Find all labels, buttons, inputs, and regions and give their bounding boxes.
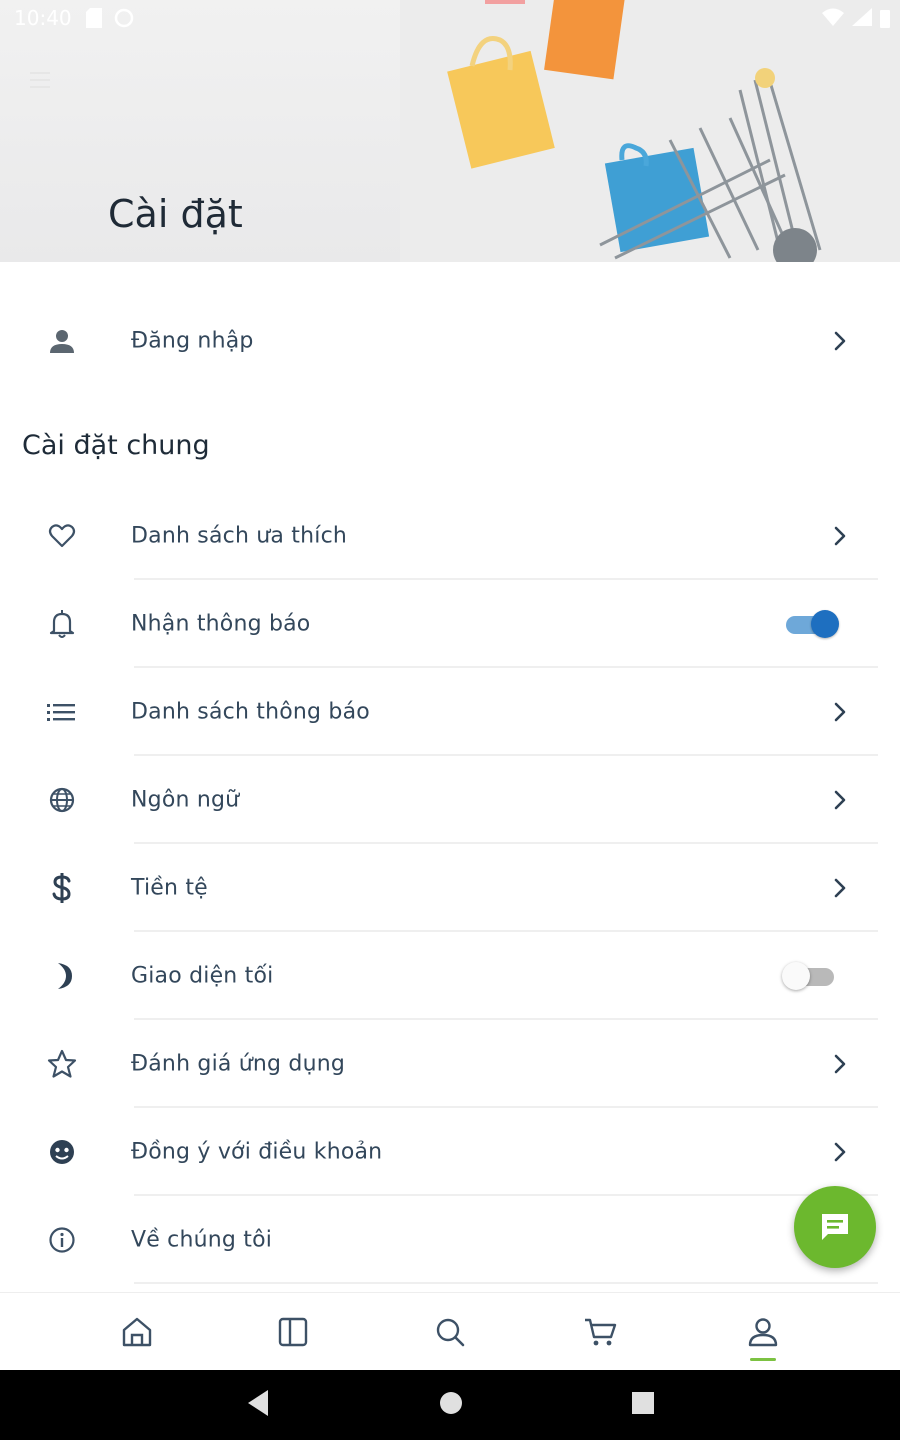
list-icon	[44, 694, 80, 730]
login-label: Đăng nhập	[131, 328, 254, 354]
nav-search[interactable]	[390, 1293, 510, 1371]
chevron-right-icon	[834, 526, 846, 546]
info-icon	[44, 1222, 80, 1258]
header-banner: 10:40 Cài đặt	[0, 0, 900, 262]
wishlist-row[interactable]: Danh sách ưa thích	[0, 492, 900, 580]
back-icon[interactable]	[246, 1388, 272, 1418]
login-row[interactable]: Đăng nhập	[0, 298, 900, 384]
wifi-icon	[822, 8, 844, 26]
search-icon	[436, 1318, 465, 1347]
book-icon	[278, 1317, 308, 1347]
nav-catalog[interactable]	[233, 1293, 353, 1371]
wishlist-label: Danh sách ưa thích	[131, 523, 348, 549]
chevron-right-icon	[834, 878, 846, 898]
notification-list-label: Danh sách thông báo	[131, 699, 370, 725]
home-icon	[122, 1317, 152, 1347]
dark-mode-row[interactable]: Giao diện tối	[0, 932, 900, 1020]
person-icon	[44, 323, 80, 359]
currency-label: Tiền tệ	[131, 875, 208, 901]
battery-icon	[880, 10, 890, 28]
status-bar: 10:40	[0, 0, 900, 36]
bell-icon	[44, 606, 80, 642]
chevron-right-icon	[834, 1054, 846, 1074]
rate-app-row[interactable]: Đánh giá ứng dụng	[0, 1020, 900, 1108]
nav-cart[interactable]	[541, 1293, 661, 1371]
signal-icon	[852, 8, 872, 26]
about-label: Về chúng tôi	[131, 1227, 273, 1253]
system-navigation-bar	[0, 1370, 900, 1440]
section-title-general: Cài đặt chung	[22, 430, 210, 461]
terms-row[interactable]: Đồng ý với điều khoản	[0, 1108, 900, 1196]
terms-label: Đồng ý với điều khoản	[131, 1139, 383, 1165]
chevron-right-icon	[834, 1142, 846, 1162]
shopping-illustration	[400, 0, 900, 262]
profile-icon	[748, 1318, 778, 1347]
chat-icon	[822, 1214, 848, 1240]
heart-icon	[44, 518, 80, 554]
terms-icon	[44, 1134, 80, 1170]
nav-home[interactable]	[77, 1293, 197, 1371]
language-label: Ngôn ngữ	[131, 787, 240, 813]
cart-icon	[585, 1318, 617, 1346]
star-icon	[44, 1046, 80, 1082]
about-row[interactable]: Về chúng tôi	[0, 1196, 900, 1284]
notification-list-row[interactable]: Danh sách thông báo	[0, 668, 900, 756]
globe-icon	[44, 782, 80, 818]
dollar-icon	[44, 870, 80, 906]
chevron-right-icon	[834, 702, 846, 722]
chevron-right-icon	[834, 790, 846, 810]
page-title: Cài đặt	[108, 192, 243, 236]
sd-card-icon	[86, 8, 102, 28]
home-button-icon[interactable]	[438, 1388, 464, 1418]
sync-icon	[114, 8, 134, 28]
divider	[134, 1282, 878, 1284]
notifications-row[interactable]: Nhận thông báo	[0, 580, 900, 668]
status-time: 10:40	[14, 6, 72, 30]
dark-mode-label: Giao diện tối	[131, 963, 274, 989]
moon-icon	[44, 958, 80, 994]
chevron-right-icon	[834, 331, 846, 351]
currency-row[interactable]: Tiền tệ	[0, 844, 900, 932]
notifications-toggle[interactable]	[786, 608, 840, 640]
language-row[interactable]: Ngôn ngữ	[0, 756, 900, 844]
notifications-label: Nhận thông báo	[131, 611, 311, 637]
menu-icon[interactable]	[30, 70, 56, 90]
chat-button[interactable]	[794, 1186, 876, 1268]
active-tab-indicator	[750, 1358, 776, 1361]
recents-icon[interactable]	[630, 1388, 656, 1418]
rate-app-label: Đánh giá ứng dụng	[131, 1051, 346, 1077]
dark-mode-toggle[interactable]	[780, 960, 836, 992]
